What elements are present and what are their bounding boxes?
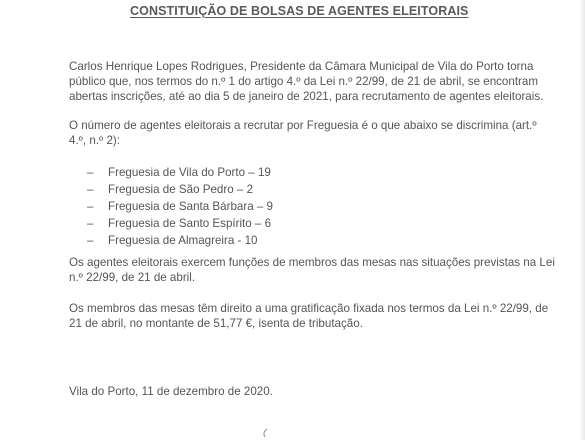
freguesia-sao-pedro: Freguesia de São Pedro – 2 — [108, 183, 254, 196]
list-dash: – — [87, 200, 94, 213]
list-item: – Freguesia de Santa Bárbara – 9 — [87, 198, 273, 215]
text-line: O número de agentes eleitorais a recruta… — [69, 119, 537, 132]
freguesia-santa-barbara: Freguesia de Santa Bárbara – 9 — [108, 200, 273, 213]
list-dash: – — [87, 166, 94, 179]
announcement-paragraph: Carlos Henrique Lopes Rodrigues, Preside… — [69, 59, 574, 104]
list-dash: – — [87, 183, 94, 196]
list-item: – Freguesia de São Pedro – 2 — [87, 181, 273, 198]
text-line: abertas inscrições, até ao dia 5 de jane… — [69, 90, 544, 103]
list-item: – Freguesia de Santo Espírito – 6 — [87, 215, 273, 232]
text-line: n.º 22/99, de 21 de abril. — [69, 271, 196, 284]
freguesia-almagreira: Freguesia de Almagreira - 10 — [108, 234, 258, 247]
list-dash: – — [87, 234, 94, 247]
list-item: – Freguesia de Almagreira - 10 — [87, 232, 273, 249]
freguesia-santo-espirito: Freguesia de Santo Espírito – 6 — [108, 217, 272, 230]
document-page: CONSTITUIÇÃO DE BOLSAS DE AGENTES ELEITO… — [0, 0, 585, 440]
text-line: 21 de abril, no montante de 51,77 €, ise… — [69, 317, 363, 330]
agents-count-paragraph: O número de agentes eleitorais a recruta… — [69, 118, 574, 148]
freguesia-vila-do-porto: Freguesia de Vila do Porto – 19 — [108, 166, 271, 179]
list-dash: – — [87, 217, 94, 230]
signature-mark — [263, 428, 268, 438]
list-item: – Freguesia de Vila do Porto – 19 — [87, 164, 273, 181]
functions-paragraph: Os agentes eleitorais exercem funções de… — [69, 255, 574, 285]
text-line: público que, nos termos do n.º 1 do arti… — [69, 75, 539, 88]
text-line: 4.º, n.º 2): — [69, 134, 121, 147]
place-date-line: Vila do Porto, 11 de dezembro de 2020. — [69, 385, 273, 398]
page-edge-shadow — [579, 0, 585, 440]
freguesia-list: – Freguesia de Vila do Porto – 19 – Freg… — [87, 164, 273, 249]
text-line: Os membros das mesas têm direito a uma g… — [69, 302, 549, 315]
gratification-paragraph: Os membros das mesas têm direito a uma g… — [69, 301, 574, 331]
text-line: Carlos Henrique Lopes Rodrigues, Preside… — [69, 60, 534, 73]
text-line: Os agentes eleitorais exercem funções de… — [69, 256, 555, 269]
document-title: CONSTITUIÇÃO DE BOLSAS DE AGENTES ELEITO… — [130, 4, 469, 18]
